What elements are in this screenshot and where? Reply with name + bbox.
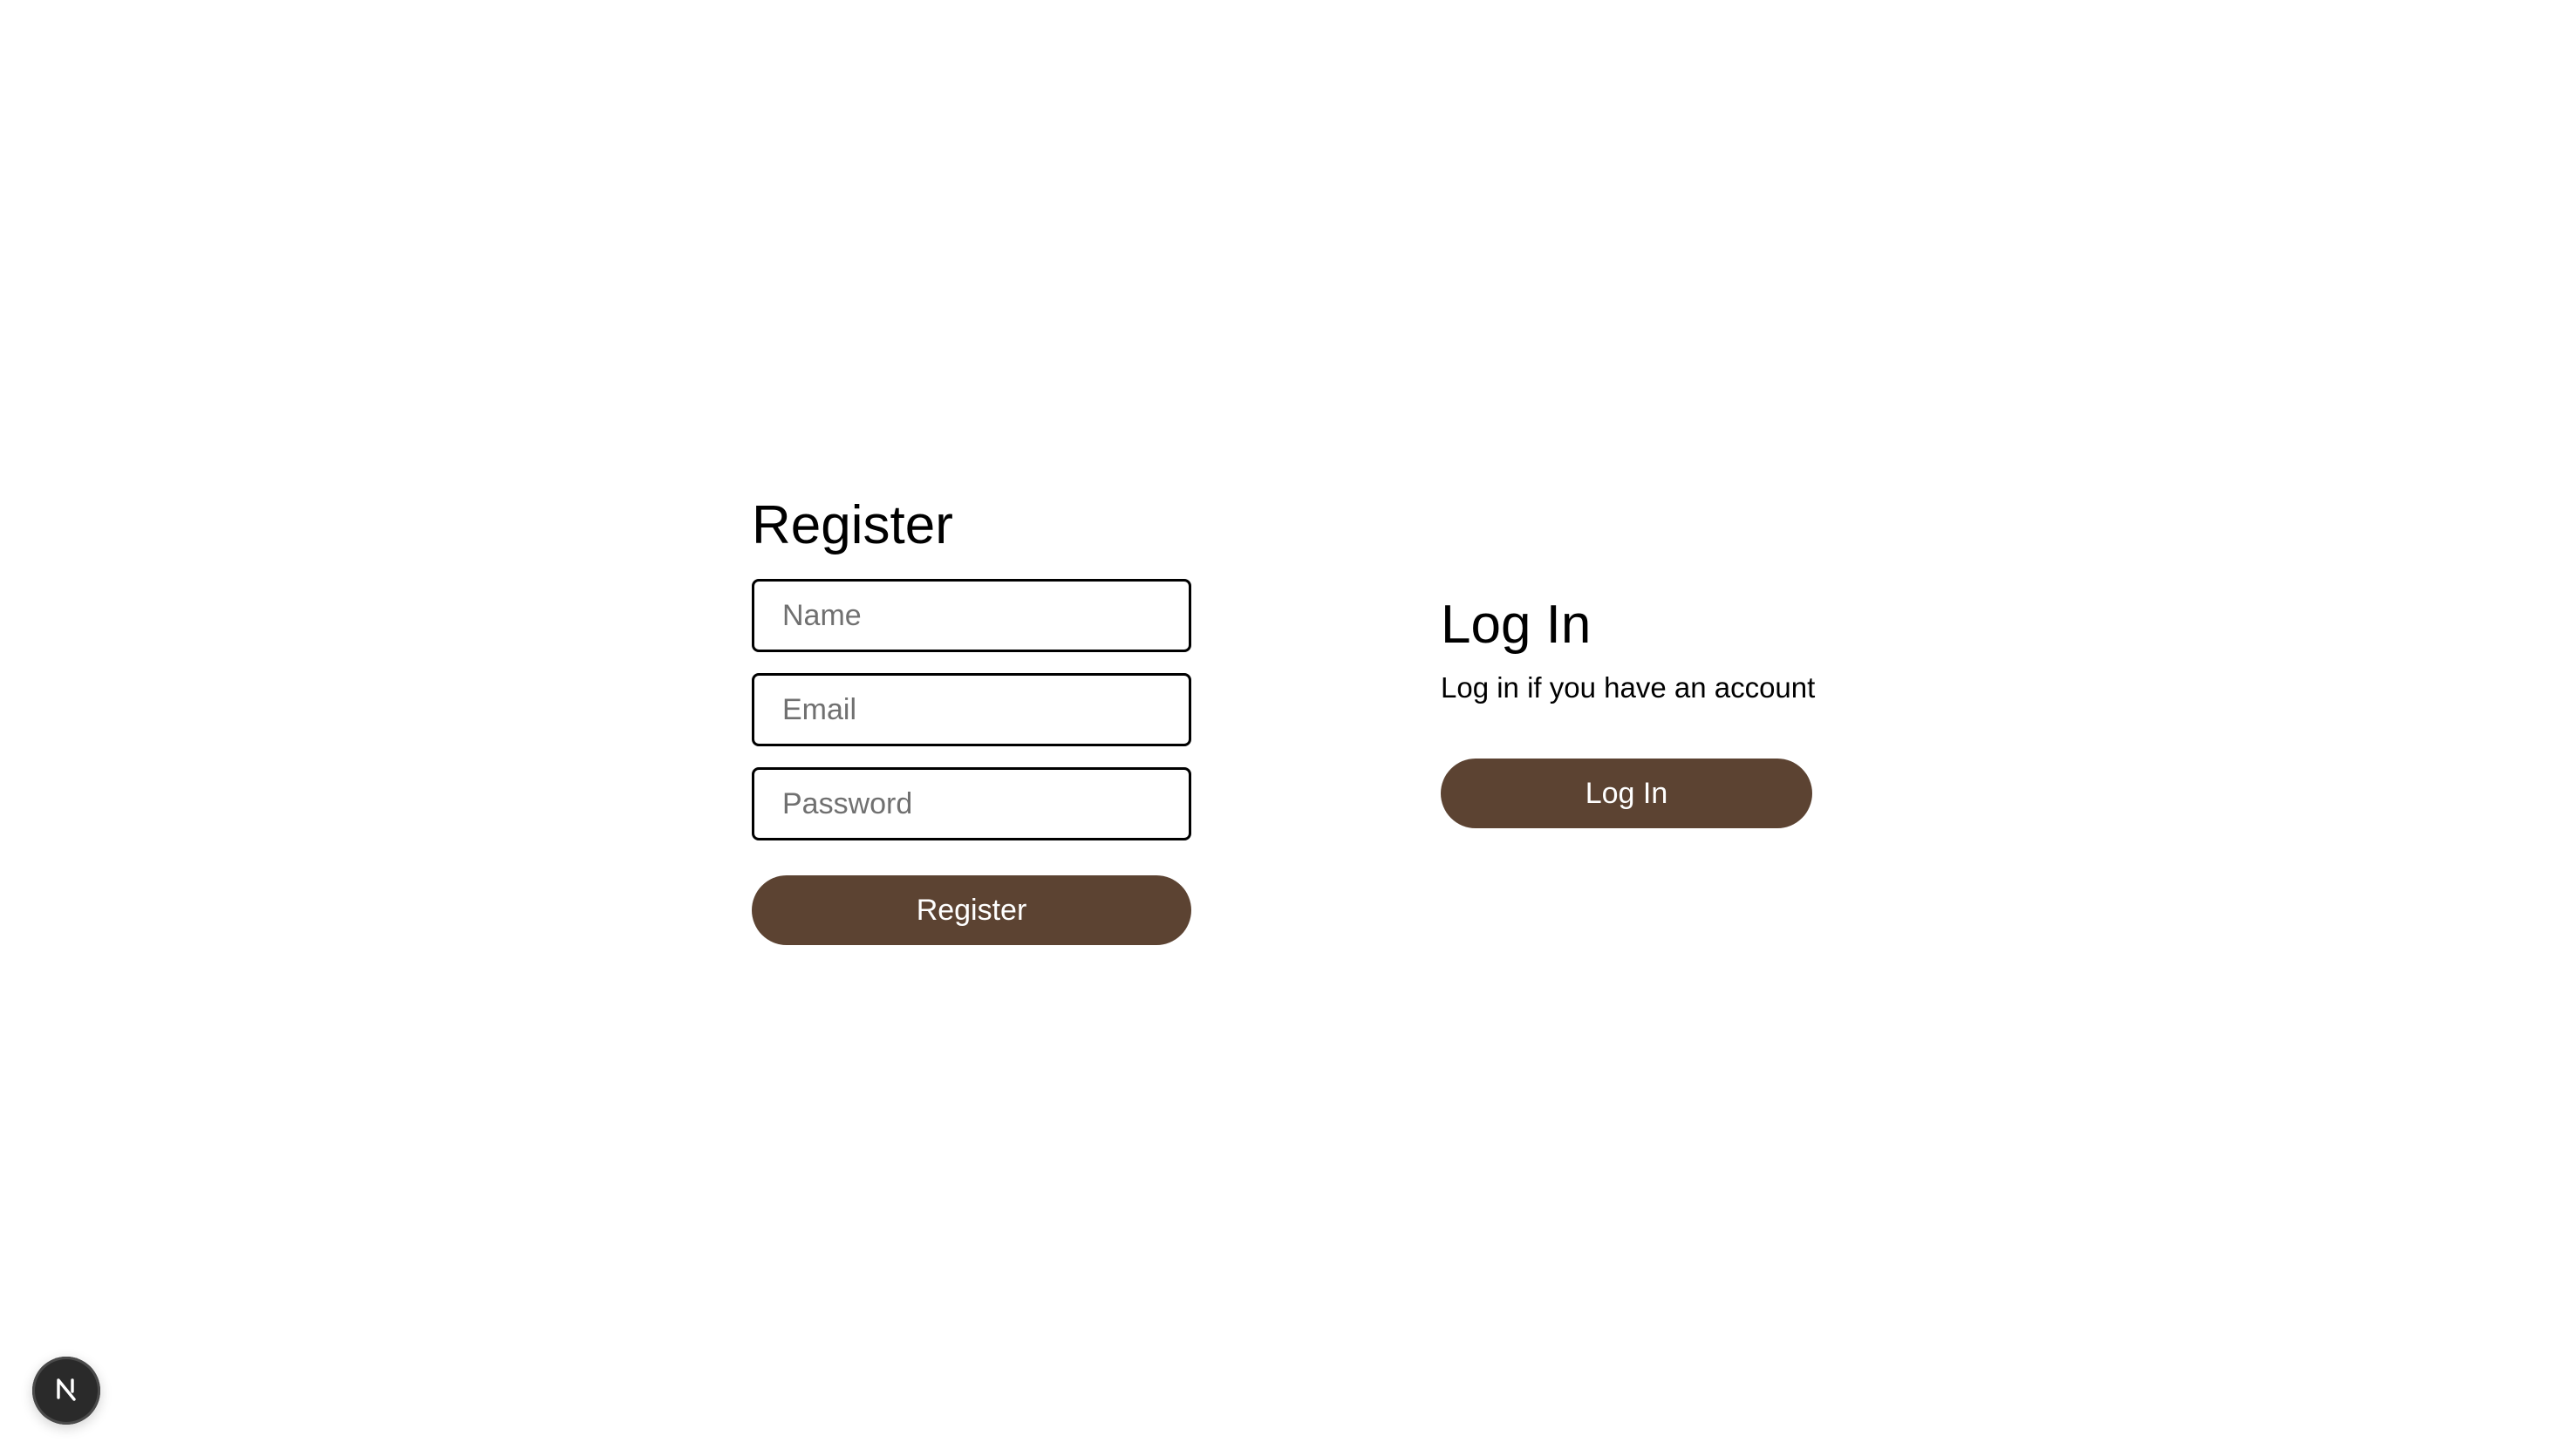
auth-page: Register Register Log In Log in if you h… [0, 0, 2564, 1456]
email-input[interactable] [752, 673, 1191, 746]
register-section: Register Register [752, 488, 1191, 945]
login-section: Log In Log in if you have an account Log… [1441, 588, 1816, 828]
nextjs-logo-icon [51, 1374, 81, 1408]
nextjs-dev-indicator[interactable] [32, 1357, 100, 1425]
register-form: Register [752, 579, 1191, 945]
name-input[interactable] [752, 579, 1191, 652]
login-heading: Log In [1441, 595, 1592, 655]
login-subtitle: Log in if you have an account [1441, 671, 1816, 704]
register-button[interactable]: Register [752, 875, 1191, 945]
login-button[interactable]: Log In [1441, 759, 1812, 828]
register-heading: Register [752, 495, 953, 555]
password-input[interactable] [752, 767, 1191, 840]
